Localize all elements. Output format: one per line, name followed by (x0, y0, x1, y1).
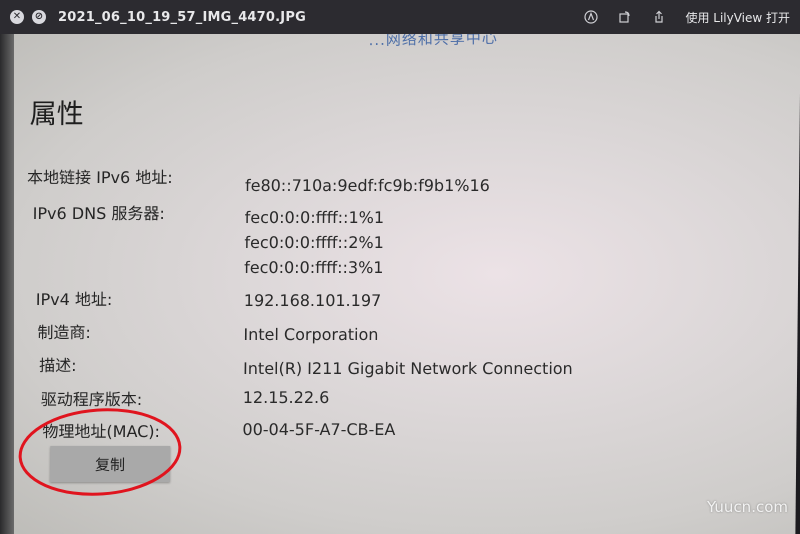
share-icon[interactable] (651, 9, 667, 25)
row-value: fe80::710a:9edf:fc9b:f9b1%16 (244, 176, 490, 195)
open-with-button[interactable]: 使用 LilyView 打开 (685, 9, 790, 26)
row-label: 物理地址(MAC): (42, 422, 161, 441)
row-label: IPv4 地址: (35, 290, 113, 309)
cut-off-header: ...网络和共享中心 (368, 34, 498, 50)
watermark: Yuucn.com (706, 498, 788, 516)
row-label: 制造商: (37, 323, 91, 342)
markup-icon[interactable] (583, 9, 599, 25)
close-icon[interactable]: ✕ (10, 10, 24, 24)
rotate-icon[interactable] (617, 9, 633, 25)
row-label: IPv6 DNS 服务器: (32, 204, 165, 223)
row-value: Intel Corporation (243, 325, 379, 344)
window-title: 2021_06_10_19_57_IMG_4470.JPG (58, 9, 306, 25)
row-value: fec0:0:0:ffff::1%1 (244, 208, 385, 227)
window-titlebar: ✕ ⊘ 2021_06_10_19_57_IMG_4470.JPG 使用 Lil… (0, 0, 800, 34)
photo-edge-shadow (0, 34, 14, 534)
forbidden-icon[interactable]: ⊘ (32, 10, 46, 24)
properties-heading: 属性 (29, 99, 84, 130)
row-value: fec0:0:0:ffff::3%1 (244, 258, 384, 277)
titlebar-left: ✕ ⊘ 2021_06_10_19_57_IMG_4470.JPG (0, 10, 306, 25)
row-value: 00-04-5F-A7-CB-EA (242, 420, 396, 439)
row-value: 12.15.22.6 (242, 388, 330, 407)
row-value: fec0:0:0:ffff::2%1 (244, 233, 384, 252)
row-label: 驱动程序版本: (40, 390, 143, 409)
copy-button[interactable]: 复制 (49, 446, 171, 482)
row-label: 本地链接 IPv6 地址: (27, 168, 173, 187)
row-value: Intel(R) I211 Gigabit Network Connection (243, 359, 573, 378)
titlebar-right: 使用 LilyView 打开 (583, 9, 800, 26)
photographed-screen: ...网络和共享中心 属性 本地链接 IPv6 地址: fe80::710a:9… (3, 34, 800, 534)
photo-viewer: ...网络和共享中心 属性 本地链接 IPv6 地址: fe80::710a:9… (0, 34, 800, 534)
row-value: 192.168.101.197 (243, 291, 382, 310)
row-label: 描述: (39, 356, 77, 375)
